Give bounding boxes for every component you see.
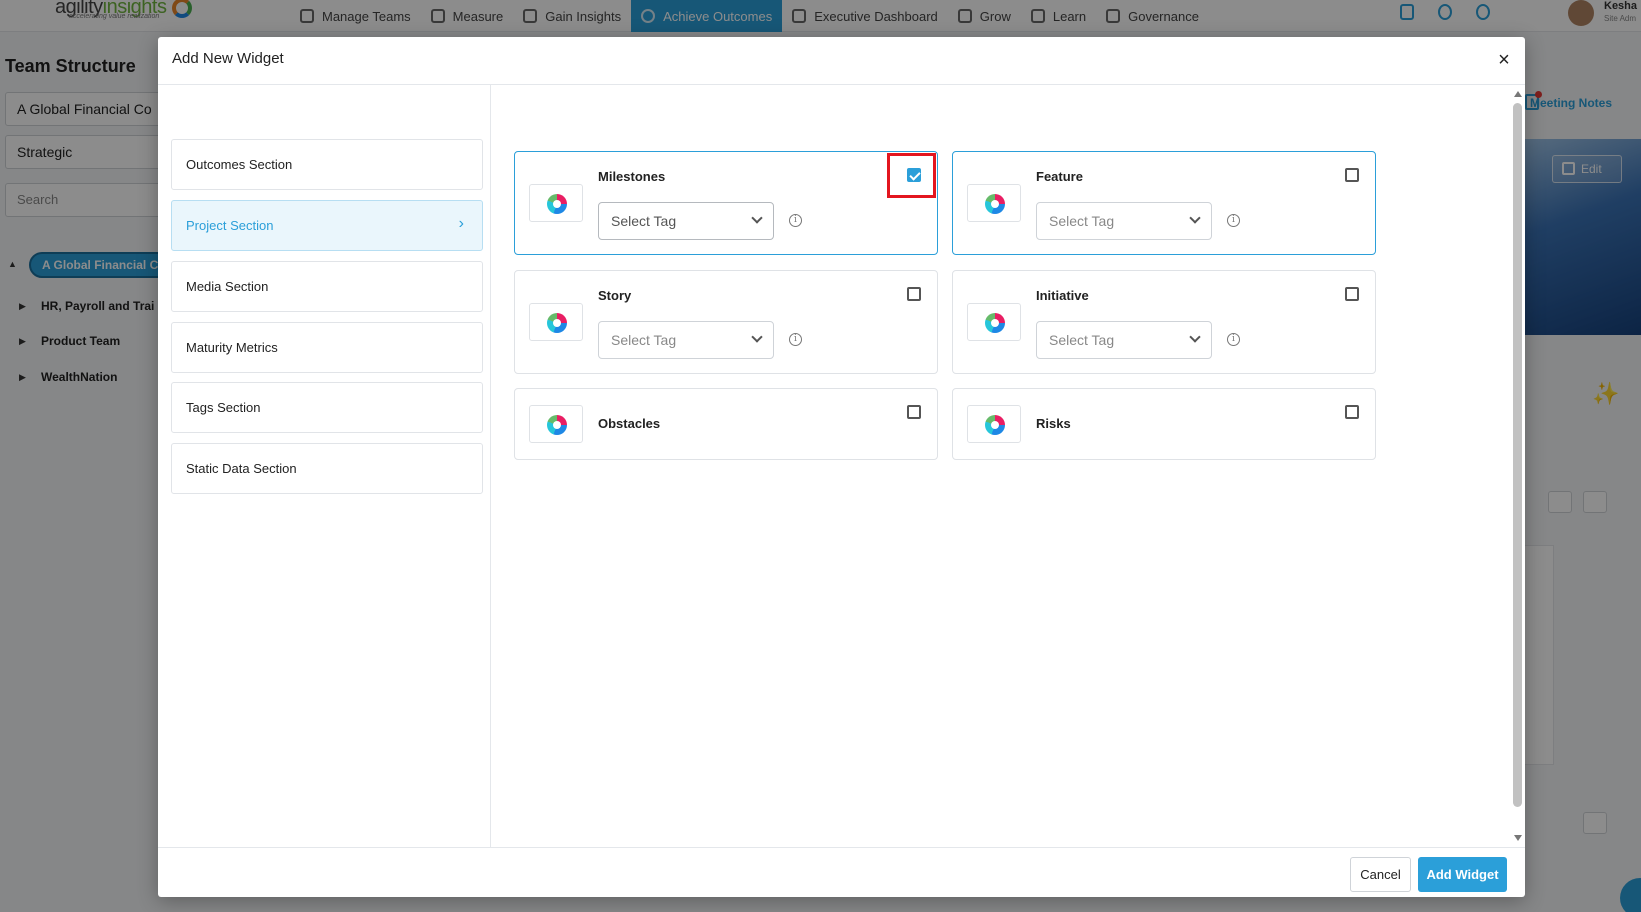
cancel-button[interactable]: Cancel [1350,857,1411,892]
widget-card-obstacles[interactable]: Obstacles [514,388,938,460]
content-scrollbar[interactable] [1512,91,1524,841]
widget-title: Story [598,288,632,303]
widget-card-milestones[interactable]: Milestones Select Tag i [514,151,938,255]
tag-select[interactable]: Select Tag [598,202,774,240]
section-menu: Outcomes Section Project Section › Media … [158,85,491,847]
info-icon[interactable]: i [1227,333,1240,346]
widget-preview [967,184,1021,222]
widget-preview [967,405,1021,443]
chevron-down-icon [1189,331,1201,343]
widget-card-story[interactable]: Story Select Tag i [514,270,938,374]
widget-preview [529,184,583,222]
tag-select[interactable]: Select Tag [1036,202,1212,240]
add-widget-button[interactable]: Add Widget [1418,857,1507,892]
widget-title: Milestones [598,169,666,184]
widget-checkbox[interactable] [907,405,921,419]
widget-checkbox[interactable] [907,287,921,301]
widget-preview [529,303,583,341]
modal-title: Add New Widget [172,50,284,67]
section-static-data[interactable]: Static Data Section [171,443,483,494]
modal-header: Add New Widget × [158,37,1525,85]
widget-preview [529,405,583,443]
section-media[interactable]: Media Section [171,261,483,312]
scroll-up-icon[interactable] [1514,91,1522,97]
widget-checkbox[interactable] [907,168,921,182]
widget-title: Initiative [1036,288,1089,303]
donut-chart-icon [547,313,567,333]
widget-grid: Milestones Select Tag i Feature Select T… [491,85,1525,847]
widget-card-feature[interactable]: Feature Select Tag i [952,151,1376,255]
tag-select[interactable]: Select Tag [598,321,774,359]
tag-select[interactable]: Select Tag [1036,321,1212,359]
scroll-thumb[interactable] [1513,103,1522,807]
add-widget-modal: Add New Widget × Outcomes Section Projec… [158,37,1525,897]
section-project[interactable]: Project Section › [171,200,483,251]
scroll-down-icon[interactable] [1514,835,1522,841]
chevron-down-icon [1189,212,1201,224]
info-icon[interactable]: i [1227,214,1240,227]
chevron-right-icon: › [458,215,464,232]
widget-title: Risks [1036,416,1071,431]
widget-checkbox[interactable] [1345,405,1359,419]
widget-checkbox[interactable] [1345,287,1359,301]
section-maturity-metrics[interactable]: Maturity Metrics [171,322,483,373]
widget-card-risks[interactable]: Risks [952,388,1376,460]
chevron-down-icon [751,212,763,224]
widget-preview [967,303,1021,341]
info-icon[interactable]: i [789,214,802,227]
close-button[interactable]: × [1491,47,1517,73]
donut-chart-icon [547,194,567,214]
widget-title: Feature [1036,169,1083,184]
donut-chart-icon [985,415,1005,435]
widget-checkbox[interactable] [1345,168,1359,182]
section-outcomes[interactable]: Outcomes Section [171,139,483,190]
chevron-down-icon [751,331,763,343]
widget-card-initiative[interactable]: Initiative Select Tag i [952,270,1376,374]
info-icon[interactable]: i [789,333,802,346]
donut-chart-icon [985,194,1005,214]
modal-footer: Cancel Add Widget [158,847,1525,897]
donut-chart-icon [547,415,567,435]
widget-title: Obstacles [598,416,661,431]
section-tags[interactable]: Tags Section [171,382,483,433]
donut-chart-icon [985,313,1005,333]
